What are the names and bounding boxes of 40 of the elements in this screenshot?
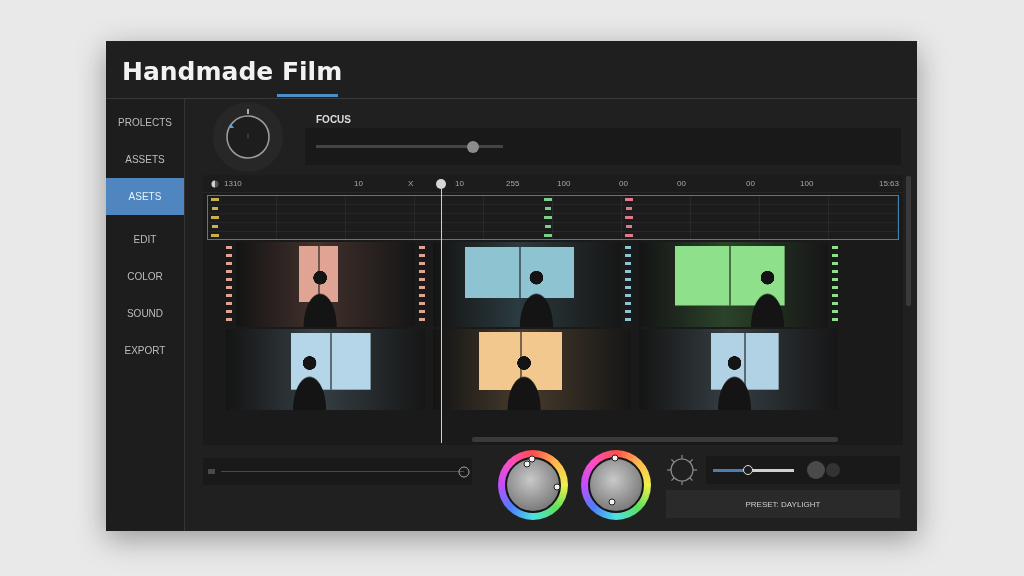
slider-thumb[interactable]: [742, 465, 753, 475]
preset-button[interactable]: PRESET: DAYLIGHT: [666, 490, 900, 518]
slider-label: FOCUS: [316, 114, 351, 125]
dial-icon[interactable]: [666, 454, 698, 486]
ruler-label: X: [408, 178, 414, 189]
photo-placeholder[interactable]: [639, 329, 838, 410]
ruler-label: 00: [746, 178, 755, 189]
wheel-handle[interactable]: [553, 483, 561, 491]
dial-knob[interactable]: [213, 102, 283, 172]
accent-underline: [277, 94, 338, 97]
ruler-label: 255: [506, 178, 520, 189]
nav-item[interactable]: COLOR: [106, 258, 184, 295]
ruler-label: 10: [455, 178, 464, 189]
photo-placeholder[interactable]: [432, 242, 622, 327]
nav-item[interactable]: EDIT: [106, 221, 184, 258]
photo-placeholder[interactable]: [639, 242, 828, 327]
vertical-scrollbar[interactable]: [906, 176, 911, 306]
ruler-label: 100: [800, 178, 814, 189]
ruler-label: 10: [354, 178, 363, 189]
ruler-label: 00: [677, 178, 686, 189]
start-marker-icon: [208, 469, 215, 474]
nav-item[interactable]: SOUND: [106, 295, 184, 332]
nav-item[interactable]: ASSETS: [106, 141, 184, 178]
horizontal-scrollbar[interactable]: [472, 437, 838, 442]
nav-item[interactable]: PROLECTS: [106, 104, 184, 141]
nav-item[interactable]: EXPORT: [106, 332, 184, 369]
slider-thumb[interactable]: [467, 140, 480, 153]
photo-placeholder[interactable]: [226, 329, 425, 410]
ruler-label: 1310: [224, 178, 242, 189]
ruler-label: 100: [557, 178, 571, 189]
ruler-label: 15:63: [878, 178, 899, 189]
app-title: Handmade Film: [122, 56, 343, 88]
wheel-handle[interactable]: [608, 498, 616, 505]
ruler-dot-icon: [211, 179, 219, 188]
ruler-label: 00: [619, 178, 628, 189]
photo-placeholder[interactable]: [236, 242, 415, 327]
wheel-handle[interactable]: [611, 454, 619, 461]
photo-placeholder[interactable]: [432, 329, 632, 410]
playhead-handle[interactable]: [436, 178, 446, 189]
track-lane[interactable]: [207, 195, 899, 240]
